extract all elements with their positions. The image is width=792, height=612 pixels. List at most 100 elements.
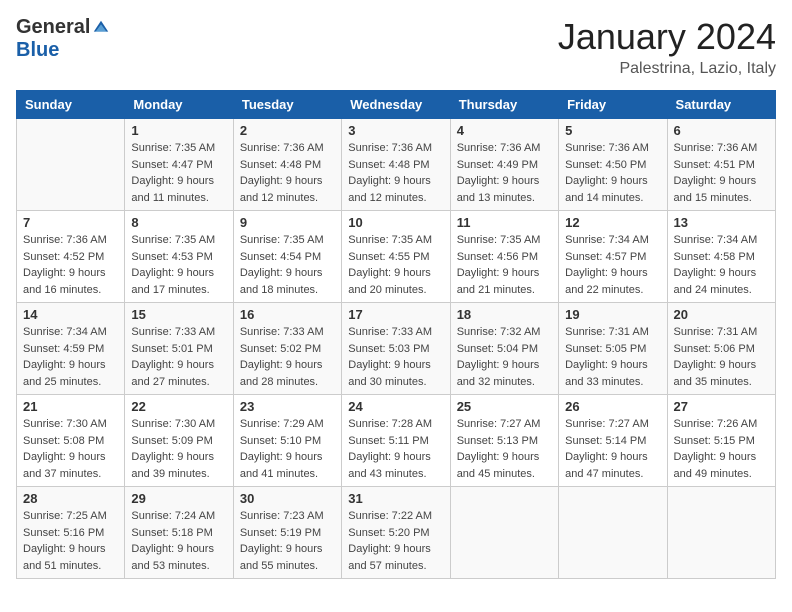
calendar-subtitle: Palestrina, Lazio, Italy	[558, 60, 776, 78]
day-number: 28	[23, 491, 118, 506]
day-info: Sunrise: 7:33 AM Sunset: 5:02 PM Dayligh…	[240, 324, 335, 390]
day-number: 31	[348, 491, 443, 506]
calendar-cell: 16Sunrise: 7:33 AM Sunset: 5:02 PM Dayli…	[233, 303, 341, 395]
calendar-cell: 9 Sunrise: 7:35 AM Sunset: 4:54 PM Daylig…	[233, 211, 341, 303]
day-number: 17	[348, 307, 443, 322]
calendar-cell: 14 Sunrise: 7:34 AM Sunset: 4:59 PM Dayli…	[17, 303, 125, 395]
day-number: 19	[565, 307, 660, 322]
calendar-cell: 31Sunrise: 7:22 AM Sunset: 5:20 PM Dayli…	[342, 487, 450, 579]
title-area: January 2024 Palestrina, Lazio, Italy	[558, 16, 776, 78]
day-info: Sunrise: 7:33 AM Sunset: 5:01 PM Dayligh…	[131, 324, 226, 390]
calendar-cell: 18Sunrise: 7:32 AM Sunset: 5:04 PM Dayli…	[450, 303, 558, 395]
calendar-cell: 6Sunrise: 7:36 AM Sunset: 4:51 PM Daylig…	[667, 119, 775, 211]
day-info: Sunrise: 7:31 AM Sunset: 5:05 PM Dayligh…	[565, 324, 660, 390]
day-info: Sunrise: 7:30 AM Sunset: 5:08 PM Dayligh…	[23, 416, 118, 482]
calendar-cell: 29 Sunrise: 7:24 AM Sunset: 5:18 PM Dayli…	[125, 487, 233, 579]
col-header-sunday: Sunday	[17, 91, 125, 119]
day-number: 24	[348, 399, 443, 414]
day-number: 21	[23, 399, 118, 414]
day-number: 14	[23, 307, 118, 322]
day-number: 4	[457, 123, 552, 138]
col-header-saturday: Saturday	[667, 91, 775, 119]
page-header: General Blue January 2024 Palestrina, La…	[16, 16, 776, 78]
day-info: Sunrise: 7:27 AM Sunset: 5:13 PM Dayligh…	[457, 416, 552, 482]
day-number: 15	[131, 307, 226, 322]
calendar-cell: 2Sunrise: 7:36 AM Sunset: 4:48 PM Daylig…	[233, 119, 341, 211]
col-header-thursday: Thursday	[450, 91, 558, 119]
day-info: Sunrise: 7:36 AM Sunset: 4:48 PM Dayligh…	[348, 140, 443, 206]
week-row-5: 28 Sunrise: 7:25 AM Sunset: 5:16 PM Dayli…	[17, 487, 776, 579]
day-number: 5	[565, 123, 660, 138]
calendar-cell: 11Sunrise: 7:35 AM Sunset: 4:56 PM Dayli…	[450, 211, 558, 303]
calendar-title: January 2024	[558, 16, 776, 58]
day-number: 27	[674, 399, 769, 414]
day-info: Sunrise: 7:27 AM Sunset: 5:14 PM Dayligh…	[565, 416, 660, 482]
day-number: 7	[23, 215, 118, 230]
day-info: Sunrise: 7:35 AM Sunset: 4:53 PM Dayligh…	[131, 232, 226, 298]
day-info: Sunrise: 7:30 AM Sunset: 5:09 PM Dayligh…	[131, 416, 226, 482]
calendar-cell: 3 Sunrise: 7:36 AM Sunset: 4:48 PM Daylig…	[342, 119, 450, 211]
calendar-cell: 19 Sunrise: 7:31 AM Sunset: 5:05 PM Dayli…	[559, 303, 667, 395]
day-info: Sunrise: 7:34 AM Sunset: 4:58 PM Dayligh…	[674, 232, 769, 298]
calendar-cell: 17 Sunrise: 7:33 AM Sunset: 5:03 PM Dayli…	[342, 303, 450, 395]
day-info: Sunrise: 7:26 AM Sunset: 5:15 PM Dayligh…	[674, 416, 769, 482]
calendar-cell: 28 Sunrise: 7:25 AM Sunset: 5:16 PM Dayli…	[17, 487, 125, 579]
calendar-cell: 7 Sunrise: 7:36 AM Sunset: 4:52 PM Daylig…	[17, 211, 125, 303]
week-row-4: 21 Sunrise: 7:30 AM Sunset: 5:08 PM Dayli…	[17, 395, 776, 487]
logo: General Blue	[16, 16, 110, 62]
day-number: 9	[240, 215, 335, 230]
calendar-cell: 23Sunrise: 7:29 AM Sunset: 5:10 PM Dayli…	[233, 395, 341, 487]
day-number: 3	[348, 123, 443, 138]
day-number: 6	[674, 123, 769, 138]
calendar-cell: 10Sunrise: 7:35 AM Sunset: 4:55 PM Dayli…	[342, 211, 450, 303]
day-info: Sunrise: 7:29 AM Sunset: 5:10 PM Dayligh…	[240, 416, 335, 482]
day-info: Sunrise: 7:36 AM Sunset: 4:50 PM Dayligh…	[565, 140, 660, 206]
day-info: Sunrise: 7:23 AM Sunset: 5:19 PM Dayligh…	[240, 508, 335, 574]
week-row-2: 7 Sunrise: 7:36 AM Sunset: 4:52 PM Daylig…	[17, 211, 776, 303]
day-info: Sunrise: 7:24 AM Sunset: 5:18 PM Dayligh…	[131, 508, 226, 574]
logo-general-text: General	[16, 16, 90, 39]
week-row-3: 14 Sunrise: 7:34 AM Sunset: 4:59 PM Dayli…	[17, 303, 776, 395]
day-number: 25	[457, 399, 552, 414]
day-number: 13	[674, 215, 769, 230]
calendar-cell: 26 Sunrise: 7:27 AM Sunset: 5:14 PM Dayli…	[559, 395, 667, 487]
calendar-cell	[667, 487, 775, 579]
calendar-cell: 20Sunrise: 7:31 AM Sunset: 5:06 PM Dayli…	[667, 303, 775, 395]
logo-blue-text: Blue	[16, 39, 59, 62]
day-number: 11	[457, 215, 552, 230]
col-header-wednesday: Wednesday	[342, 91, 450, 119]
day-info: Sunrise: 7:34 AM Sunset: 4:59 PM Dayligh…	[23, 324, 118, 390]
day-number: 22	[131, 399, 226, 414]
day-info: Sunrise: 7:36 AM Sunset: 4:48 PM Dayligh…	[240, 140, 335, 206]
day-info: Sunrise: 7:36 AM Sunset: 4:49 PM Dayligh…	[457, 140, 552, 206]
day-number: 12	[565, 215, 660, 230]
calendar-cell: 30 Sunrise: 7:23 AM Sunset: 5:19 PM Dayli…	[233, 487, 341, 579]
calendar-cell: 1Sunrise: 7:35 AM Sunset: 4:47 PM Daylig…	[125, 119, 233, 211]
col-header-monday: Monday	[125, 91, 233, 119]
day-number: 29	[131, 491, 226, 506]
week-row-1: 1Sunrise: 7:35 AM Sunset: 4:47 PM Daylig…	[17, 119, 776, 211]
day-info: Sunrise: 7:33 AM Sunset: 5:03 PM Dayligh…	[348, 324, 443, 390]
calendar-cell: 8 Sunrise: 7:35 AM Sunset: 4:53 PM Daylig…	[125, 211, 233, 303]
header-row: SundayMondayTuesdayWednesdayThursdayFrid…	[17, 91, 776, 119]
day-info: Sunrise: 7:35 AM Sunset: 4:47 PM Dayligh…	[131, 140, 226, 206]
day-number: 8	[131, 215, 226, 230]
calendar-cell: 24 Sunrise: 7:28 AM Sunset: 5:11 PM Dayli…	[342, 395, 450, 487]
calendar-cell: 21 Sunrise: 7:30 AM Sunset: 5:08 PM Dayli…	[17, 395, 125, 487]
day-number: 20	[674, 307, 769, 322]
day-info: Sunrise: 7:28 AM Sunset: 5:11 PM Dayligh…	[348, 416, 443, 482]
calendar-cell: 4 Sunrise: 7:36 AM Sunset: 4:49 PM Daylig…	[450, 119, 558, 211]
day-info: Sunrise: 7:35 AM Sunset: 4:55 PM Dayligh…	[348, 232, 443, 298]
calendar-cell: 22 Sunrise: 7:30 AM Sunset: 5:09 PM Dayli…	[125, 395, 233, 487]
calendar-cell	[559, 487, 667, 579]
calendar-cell: 12Sunrise: 7:34 AM Sunset: 4:57 PM Dayli…	[559, 211, 667, 303]
day-info: Sunrise: 7:25 AM Sunset: 5:16 PM Dayligh…	[23, 508, 118, 574]
day-info: Sunrise: 7:36 AM Sunset: 4:52 PM Dayligh…	[23, 232, 118, 298]
col-header-friday: Friday	[559, 91, 667, 119]
calendar-cell: 15 Sunrise: 7:33 AM Sunset: 5:01 PM Dayli…	[125, 303, 233, 395]
logo-icon	[92, 19, 110, 37]
day-number: 30	[240, 491, 335, 506]
day-number: 26	[565, 399, 660, 414]
col-header-tuesday: Tuesday	[233, 91, 341, 119]
day-info: Sunrise: 7:35 AM Sunset: 4:54 PM Dayligh…	[240, 232, 335, 298]
